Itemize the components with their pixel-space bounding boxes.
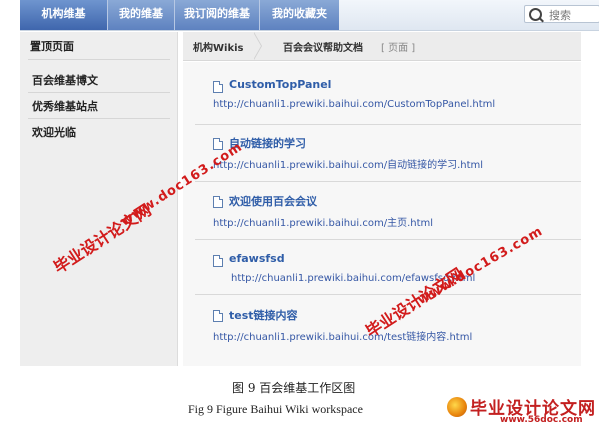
tab-subscribed-wiki[interactable]: 我订阅的维基 (174, 0, 259, 30)
divider (195, 294, 581, 295)
divider (28, 92, 170, 93)
divider (28, 59, 170, 60)
breadcrumb: 机构Wikis 百会会议帮助文档 [ 页面 ] (183, 32, 581, 61)
search-placeholder: 搜索 (549, 9, 571, 22)
document-icon (213, 310, 223, 322)
page-url[interactable]: http://chuanli1.prewiki.baihui.com/主页.ht… (213, 214, 433, 229)
breadcrumb-page[interactable]: 百会会议帮助文档 (283, 39, 363, 54)
sidebar-item-welcome[interactable]: 欢迎光临 (32, 124, 76, 140)
search-input[interactable]: 搜索 (524, 5, 599, 23)
tab-favorites[interactable]: 我的收藏夹 (259, 0, 339, 30)
page-url[interactable]: http://chuanli1.prewiki.baihui.com/Custo… (213, 99, 495, 110)
tab-institution-wiki[interactable]: 机构维基 (20, 0, 107, 30)
document-icon (213, 196, 223, 208)
document-icon (213, 255, 223, 267)
top-nav-bar: 机构维基 我的维基 我订阅的维基 我的收藏夹 搜索 (20, 0, 599, 31)
sidebar-item-featured-sites[interactable]: 优秀维基站点 (32, 98, 98, 114)
sidebar-title: 置顶页面 (30, 40, 74, 53)
page-title-link[interactable]: efawsfsd (229, 252, 285, 265)
figure-caption-cn: 图 9 百会维基工作区图 (232, 381, 356, 395)
breadcrumb-root[interactable]: 机构Wikis (193, 39, 244, 54)
page-url[interactable]: http://chuanli1.prewiki.baihui.com/自动链接的… (213, 156, 483, 171)
page-title-link[interactable]: CustomTopPanel (229, 78, 331, 91)
figure-caption-en: Fig 9 Figure Baihui Wiki workspace (188, 402, 363, 416)
divider (195, 181, 581, 182)
logo-icon (447, 397, 467, 417)
divider (195, 124, 581, 125)
page-title-link[interactable]: 欢迎使用百会会议 (229, 193, 317, 209)
search-icon[interactable] (529, 8, 542, 21)
breadcrumb-type: [ 页面 ] (381, 43, 416, 54)
sidebar-item-baihui-blog[interactable]: 百会维基博文 (32, 72, 98, 88)
divider (28, 118, 170, 119)
page-title-link[interactable]: test链接内容 (229, 307, 298, 323)
page-url[interactable]: http://chuanli1.prewiki.baihui.com/test链… (213, 328, 472, 343)
document-icon (213, 81, 223, 93)
tab-my-wiki[interactable]: 我的维基 (107, 0, 174, 30)
logo-url: www.56doc.com (500, 415, 583, 425)
